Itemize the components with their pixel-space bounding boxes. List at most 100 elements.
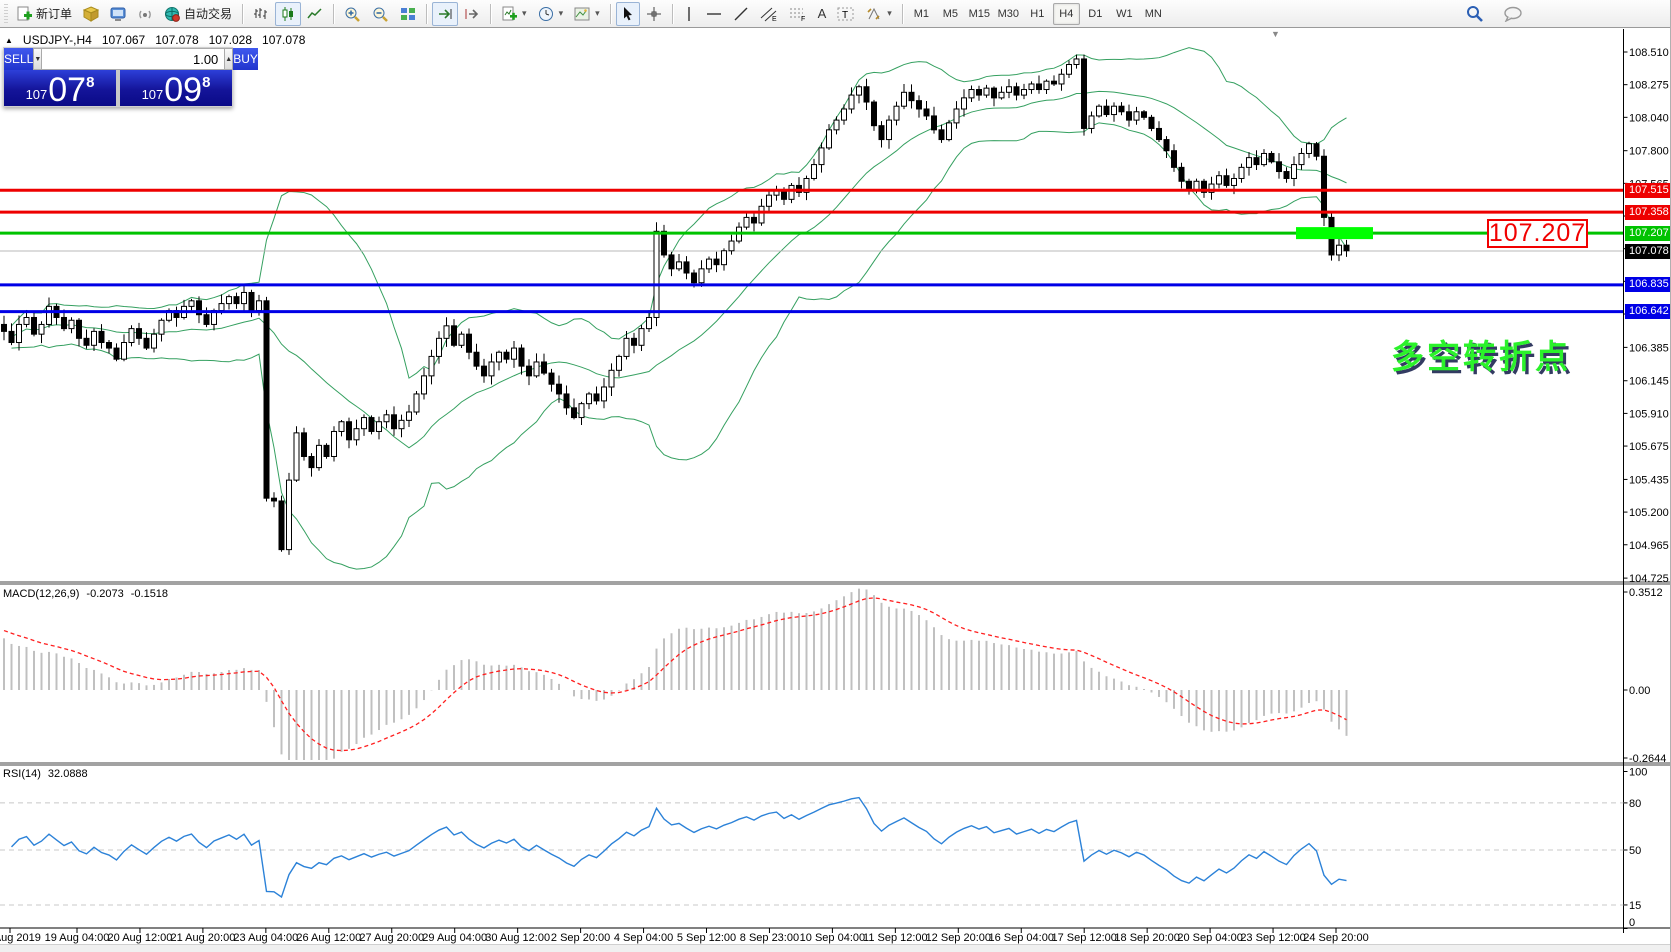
chart-shift-button[interactable] (459, 2, 485, 26)
periods-button[interactable]: ▾ (533, 2, 569, 26)
buy-quote[interactable]: 107 09 8 (120, 70, 232, 106)
tab-M30[interactable]: M30 (995, 3, 1022, 25)
candle-body (1194, 181, 1199, 189)
tab-W1[interactable]: W1 (1111, 3, 1138, 25)
templates-button[interactable]: ▾ (569, 2, 605, 26)
bar-chart-mode-button[interactable] (248, 2, 274, 26)
separator (426, 4, 427, 24)
candle-body (909, 92, 914, 100)
rsi-tick-label: 80 (1629, 798, 1641, 810)
zoom-out-button[interactable] (367, 2, 394, 26)
sell-button[interactable]: SELL (4, 48, 33, 70)
chart-canvas[interactable]: 108.510108.275108.040107.800107.565107.3… (0, 0, 1671, 952)
candle-body (512, 348, 517, 359)
candle-body (444, 326, 449, 339)
signal-button[interactable] (132, 2, 158, 26)
volume-input[interactable] (42, 48, 224, 70)
macd-signal-line (4, 598, 1347, 751)
zoom-out-icon (372, 6, 389, 22)
annotation-text[interactable]: 多空转折点 (1391, 330, 1571, 378)
candle-body (992, 88, 997, 98)
chat-button[interactable] (1499, 2, 1528, 26)
channel-tool-button[interactable]: E (755, 2, 783, 26)
candle-body (654, 231, 659, 317)
trendline-tool-button[interactable] (728, 2, 754, 26)
tab-MN[interactable]: MN (1140, 3, 1167, 25)
tab-M1[interactable]: M1 (908, 3, 935, 25)
tab-H1[interactable]: H1 (1024, 3, 1051, 25)
new-order-button[interactable]: 新订单 (11, 2, 77, 26)
label-tool-button[interactable]: T (832, 2, 860, 26)
candle-body (1254, 158, 1259, 165)
trendline-icon (733, 6, 749, 22)
price-callout-box[interactable]: 107.207 (1487, 219, 1588, 248)
candle-body (392, 415, 397, 429)
tile-windows-button[interactable] (395, 2, 421, 26)
line-chart-mode-button[interactable] (302, 2, 328, 26)
trade-controls-row: SELL ▼ ▲ BUY (4, 48, 232, 70)
candle-body (549, 373, 554, 384)
candle-body (264, 301, 269, 498)
price-tick-label: 108.040 (1629, 112, 1669, 124)
zoom-in-button[interactable] (339, 2, 366, 26)
candle-body (39, 324, 44, 334)
candle-body (137, 329, 142, 339)
horizontal-line-tool-button[interactable] (701, 2, 727, 26)
fibonacci-tool-button[interactable]: F (784, 2, 812, 26)
candle-body (32, 317, 37, 334)
shapes-tool-button[interactable]: ▾ (861, 2, 897, 26)
candle-body (144, 338, 149, 348)
zoom-in-icon (344, 6, 361, 22)
cursor-tool-button[interactable] (616, 2, 640, 26)
time-tick-label: 20 Aug 12:00 (108, 932, 173, 944)
bottom-strip (0, 944, 1671, 952)
tab-M15[interactable]: M15 (966, 3, 993, 25)
horizontal-line-icon (706, 6, 722, 22)
highlight-bar[interactable] (1296, 227, 1373, 239)
macd-tick-label: 0.00 (1629, 685, 1650, 697)
buy-button[interactable]: BUY (233, 48, 258, 70)
candle-body (339, 422, 344, 432)
search-button[interactable] (1461, 2, 1489, 26)
text-tool-button[interactable]: A (813, 2, 832, 26)
candle-body (1037, 84, 1042, 90)
equidistant-channel-icon: E (760, 6, 778, 22)
price-tick-label: 105.435 (1629, 474, 1669, 486)
market-watch-button[interactable] (78, 2, 104, 26)
macd-tick-label: -0.2644 (1629, 753, 1666, 765)
chat-icon (1504, 6, 1523, 22)
tab-H4[interactable]: H4 (1053, 3, 1080, 25)
candle-body (1082, 59, 1087, 129)
candle-body (1007, 87, 1012, 93)
candle-body (1277, 162, 1282, 172)
symbol-name: USDJPY-,H4 (23, 33, 92, 47)
candle-body (69, 320, 74, 328)
candle-body (369, 418, 374, 432)
sell-quote[interactable]: 107 07 8 (4, 70, 116, 106)
candlestick-mode-button[interactable] (275, 2, 301, 26)
chart-shift-icon (464, 6, 480, 22)
tab-M5[interactable]: M5 (937, 3, 964, 25)
candle-body (842, 109, 847, 120)
data-window-button[interactable] (105, 2, 131, 26)
candle-body (257, 301, 262, 311)
toolbar: 新订单 自动交易 (0, 0, 1670, 28)
indicators-button[interactable]: ▾ (496, 2, 532, 26)
chart-shift-marker-icon[interactable]: ▼ (1271, 29, 1280, 39)
vertical-line-icon (683, 6, 695, 22)
candle-body (422, 376, 427, 394)
mt4-window: 新订单 自动交易 (0, 0, 1671, 952)
macd-main-value: -0.2073 (86, 588, 123, 600)
collapse-arrow-icon[interactable]: ▲ (5, 36, 13, 45)
crosshair-tool-button[interactable] (641, 2, 667, 26)
auto-scroll-button[interactable] (432, 2, 458, 26)
candle-body (519, 348, 524, 366)
candle-body (1314, 144, 1319, 157)
volume-decrease-button[interactable]: ▼ (33, 48, 42, 70)
vertical-line-tool-button[interactable] (678, 2, 700, 26)
volume-increase-button[interactable]: ▲ (224, 48, 233, 70)
autotrading-button[interactable]: 自动交易 (159, 2, 237, 26)
label-tool-icon: T (837, 6, 855, 22)
tab-D1[interactable]: D1 (1082, 3, 1109, 25)
candle-body (827, 130, 832, 148)
